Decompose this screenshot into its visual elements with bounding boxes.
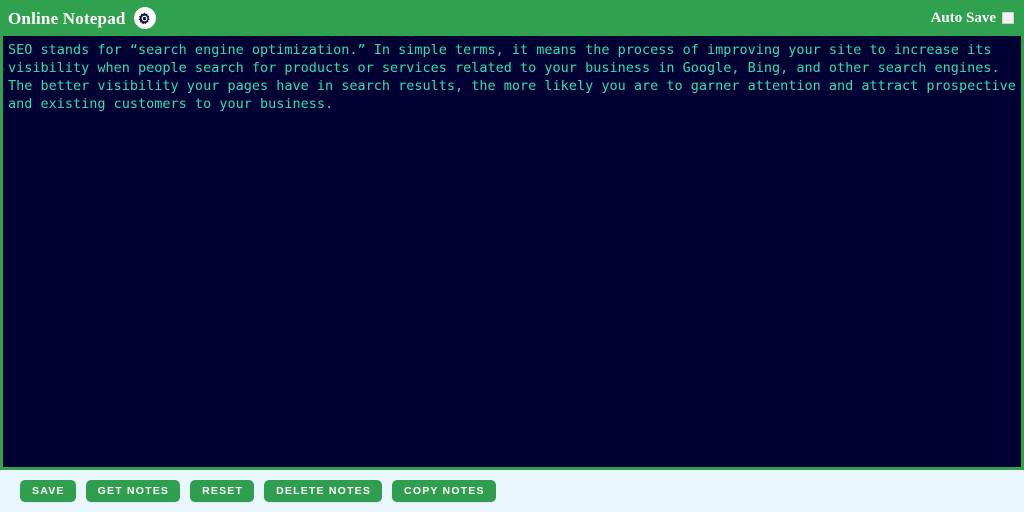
autosave-checkbox[interactable] [1002,12,1014,24]
delete-notes-button[interactable]: Delete Notes [264,479,383,503]
reset-button[interactable]: Reset [190,479,255,503]
brand: Online Notepad [8,7,156,29]
copy-notes-button[interactable]: Copy Notes [392,479,496,503]
online-notepad-app: Online Notepad Auto Save SEO stands for … [0,0,1024,512]
notepad-textarea[interactable]: SEO stands for “search engine optimizati… [0,36,1024,470]
toolbar: Save Get Notes Reset Delete Notes Copy N… [0,470,1024,512]
autosave-control[interactable]: Auto Save [930,9,1014,26]
autosave-label: Auto Save [930,9,996,26]
save-button[interactable]: Save [20,479,76,503]
page-title: Online Notepad [8,8,126,28]
app-header: Online Notepad Auto Save [0,0,1024,36]
gear-icon[interactable] [133,7,156,29]
editor-area: SEO stands for “search engine optimizati… [0,36,1024,470]
get-notes-button[interactable]: Get Notes [85,479,181,503]
